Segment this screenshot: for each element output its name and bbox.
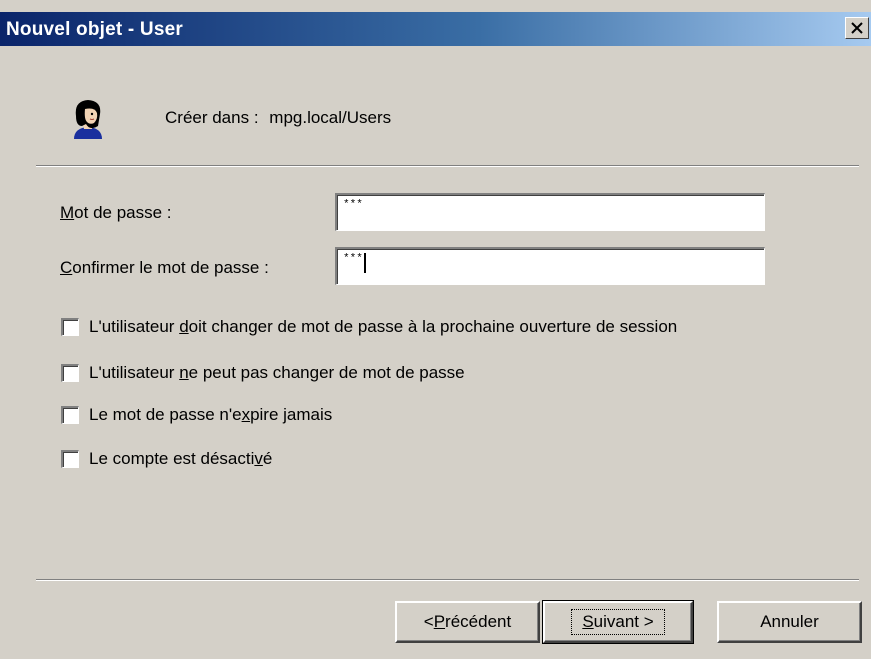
title-bar: Nouvel objet - User [0, 12, 871, 46]
create-in-path: mpg.local/Users [269, 108, 392, 127]
option-must-change-password[interactable]: L'utilisateur doit changer de mot de pas… [61, 317, 677, 337]
option-label: L'utilisateur ne peut pas changer de mot… [89, 363, 465, 382]
back-button[interactable]: < Précédent [395, 601, 540, 643]
checkbox[interactable] [61, 318, 79, 336]
option-label: Le mot de passe n'expire jamais [89, 405, 333, 424]
password-value: *** [343, 199, 363, 211]
option-label: Le compte est désactivé [89, 449, 273, 468]
confirm-password-field[interactable]: *** [335, 247, 765, 285]
window-title: Nouvel objet - User [6, 19, 183, 40]
password-field[interactable]: *** [335, 193, 765, 231]
next-button[interactable]: Suivant > [542, 600, 694, 644]
option-account-disabled[interactable]: Le compte est désactivé [61, 449, 272, 469]
create-in-caption: Créer dans : [165, 108, 259, 127]
checkbox[interactable] [61, 364, 79, 382]
checkbox[interactable] [61, 406, 79, 424]
close-icon [851, 22, 863, 34]
close-button[interactable] [845, 17, 869, 39]
confirm-password-value: *** [343, 253, 363, 265]
option-cannot-change-password[interactable]: L'utilisateur ne peut pas changer de mot… [61, 363, 465, 383]
password-label: Mot de passe : [60, 203, 172, 222]
cancel-button[interactable]: Annuler [717, 601, 862, 643]
text-caret [363, 253, 366, 273]
bottom-separator [36, 579, 859, 581]
top-separator [36, 165, 859, 167]
user-icon [74, 100, 102, 139]
checkbox[interactable] [61, 450, 79, 468]
create-in-label: Créer dans : mpg.local/Users [165, 108, 391, 128]
option-password-never-expires[interactable]: Le mot de passe n'expire jamais [61, 405, 332, 425]
option-label: L'utilisateur doit changer de mot de pas… [89, 317, 678, 336]
confirm-password-label: Confirmer le mot de passe : [60, 258, 269, 277]
